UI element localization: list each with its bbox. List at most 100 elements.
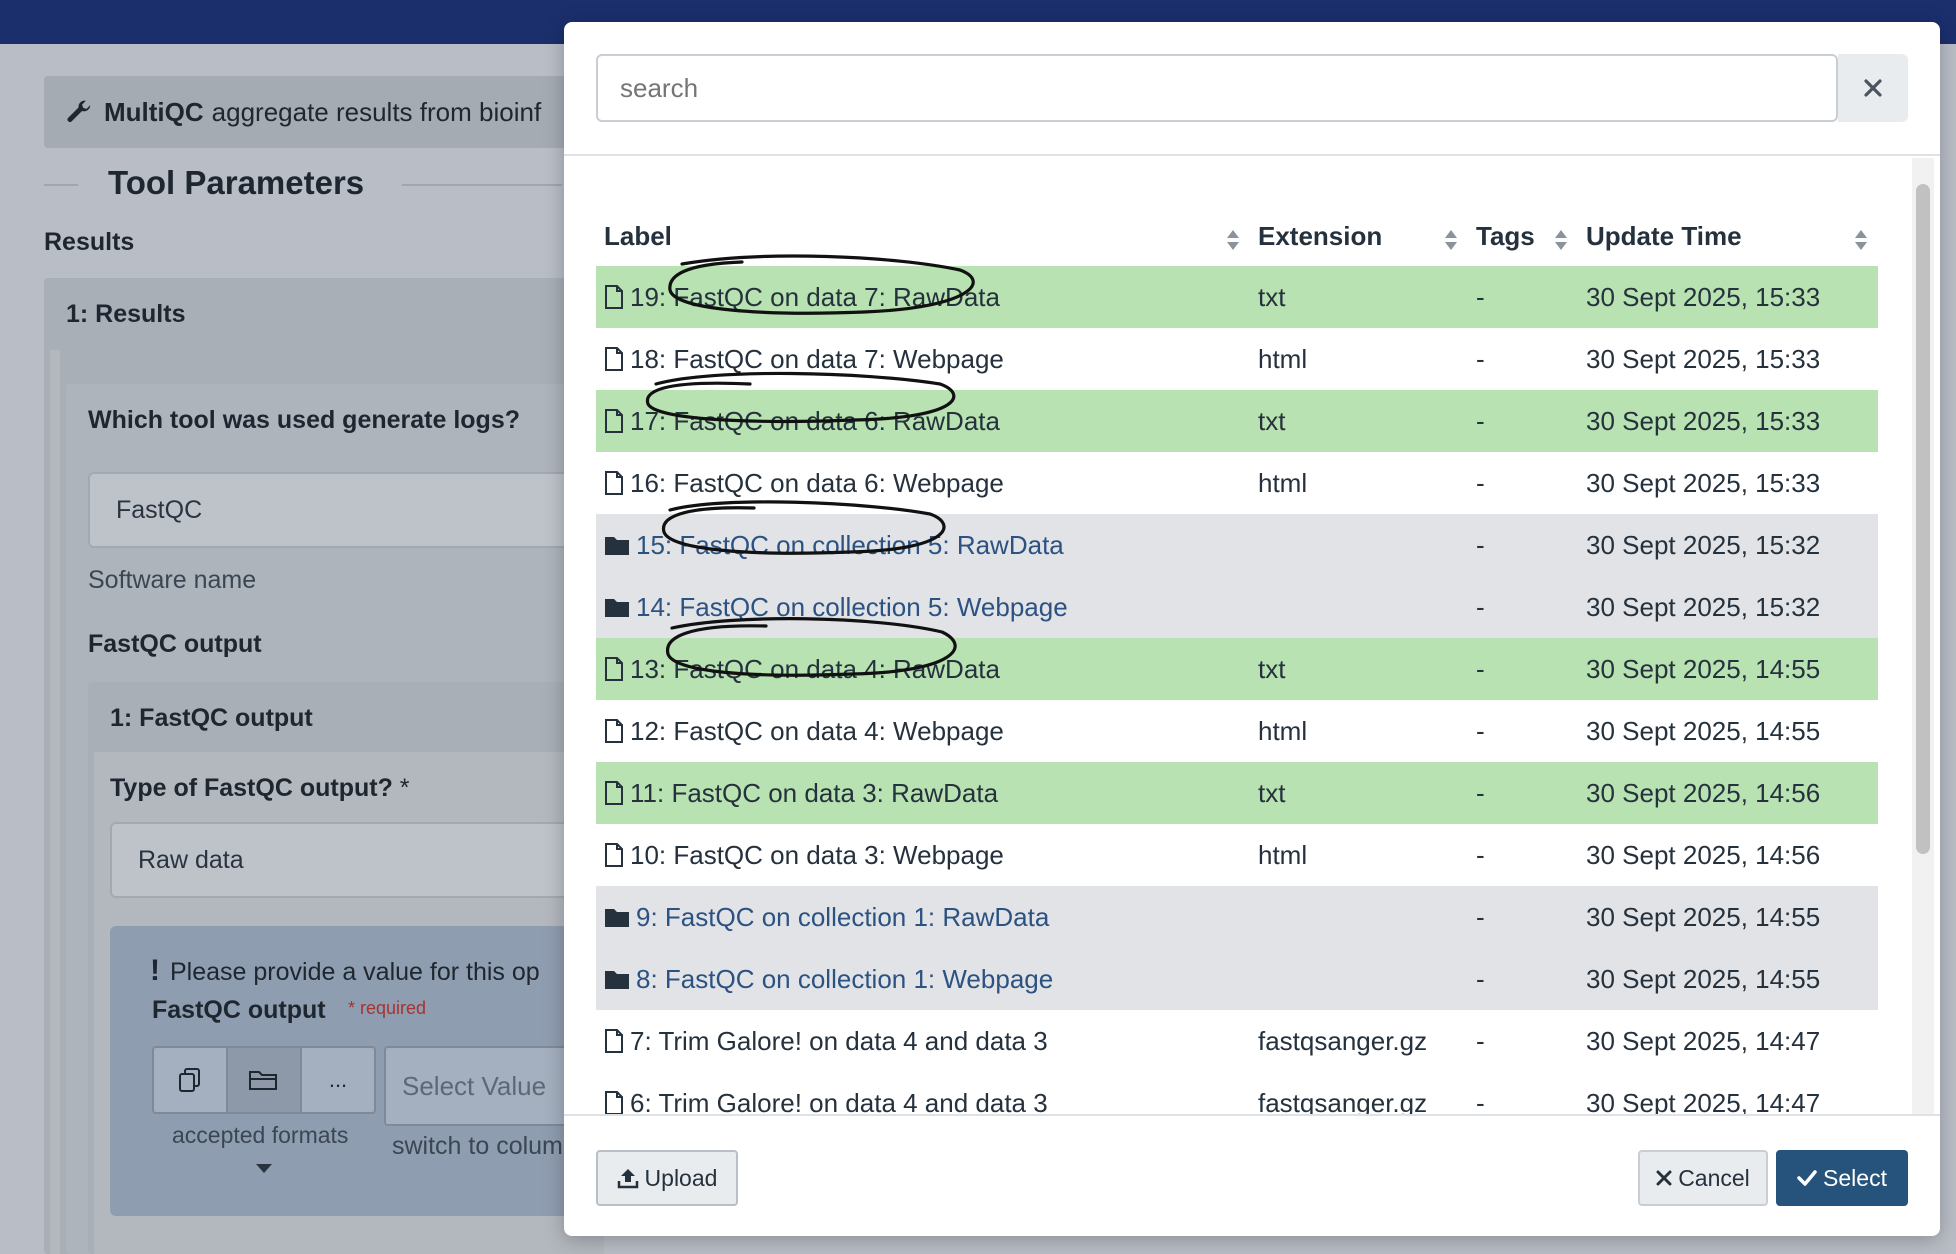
which-tool-label: Which tool was used generate logs? bbox=[88, 406, 521, 434]
extension-cell: html bbox=[1258, 715, 1308, 746]
collection-row[interactable]: 15: FastQC on collection 5: RawData - 30 S… bbox=[596, 514, 1878, 576]
select-button-label: Select bbox=[1823, 1164, 1887, 1191]
sort-icon bbox=[1855, 230, 1867, 250]
sort-icon bbox=[1445, 230, 1457, 250]
update-time-cell: 30 Sept 2025, 15:33 bbox=[1586, 467, 1821, 498]
modal-footer: Upload Cancel Select bbox=[564, 1114, 1940, 1236]
fastqc-output-label: FastQC output bbox=[88, 630, 262, 658]
upload-icon bbox=[617, 1169, 638, 1189]
tool-header: MultiQC aggregate results from bioinf bbox=[44, 76, 604, 148]
column-header-extension[interactable]: Extension bbox=[1250, 206, 1468, 266]
divider bbox=[402, 184, 562, 186]
single-dataset-button[interactable] bbox=[154, 1048, 228, 1112]
type-label: Type of FastQC output? * bbox=[110, 774, 410, 802]
label-cell: 9: FastQC on collection 1: RawData bbox=[596, 886, 1250, 948]
collection-button[interactable] bbox=[228, 1048, 302, 1112]
select-button[interactable]: Select bbox=[1776, 1150, 1908, 1206]
accepted-formats-link[interactable]: accepted formats bbox=[172, 1122, 348, 1149]
dataset-row[interactable]: 18: FastQC on data 7: Webpage html - 30 Sep… bbox=[596, 328, 1878, 390]
more-options-button[interactable]: ... bbox=[302, 1048, 374, 1112]
dataset-row[interactable]: 11: FastQC on data 3: RawData txt - 30 Sept… bbox=[596, 762, 1878, 824]
file-icon bbox=[605, 285, 623, 309]
tool-description: aggregate results from bioinf bbox=[211, 96, 542, 127]
tags-cell: - bbox=[1476, 467, 1485, 498]
column-header-label[interactable]: Label bbox=[596, 206, 1250, 266]
update-time-cell: 30 Sept 2025, 15:32 bbox=[1586, 591, 1821, 622]
dataset-row[interactable]: 13: FastQC on data 4: RawData txt - 30 Sept… bbox=[596, 638, 1878, 700]
close-icon bbox=[1656, 1170, 1672, 1186]
label-cell: 14: FastQC on collection 5: Webpage bbox=[596, 576, 1250, 638]
update-time-cell: 30 Sept 2025, 14:56 bbox=[1586, 839, 1821, 870]
dataset-row[interactable]: 12: FastQC on data 4: Webpage html - 30 Sep… bbox=[596, 700, 1878, 762]
dataset-label: 17: FastQC on data 6: RawData bbox=[630, 405, 1000, 436]
modal-body: Label Extension Tags Update Time 19: Fas… bbox=[564, 158, 1940, 1114]
tags-cell: - bbox=[1476, 839, 1485, 870]
upload-button[interactable]: Upload bbox=[596, 1150, 738, 1206]
dataset-label: 9: FastQC on collection 1: RawData bbox=[636, 901, 1050, 932]
dataset-label: 10: FastQC on data 3: Webpage bbox=[630, 839, 1004, 870]
tags-cell: - bbox=[1476, 281, 1485, 312]
cancel-button[interactable]: Cancel bbox=[1638, 1150, 1768, 1206]
dataset-row[interactable]: 16: FastQC on data 6: Webpage html - 30 Sep… bbox=[596, 452, 1878, 514]
tags-cell: - bbox=[1476, 715, 1485, 746]
dataset-row[interactable]: 17: FastQC on data 6: RawData txt - 30 Sept… bbox=[596, 390, 1878, 452]
collection-row[interactable]: 14: FastQC on collection 5: Webpage - 30 S… bbox=[596, 576, 1878, 638]
dataset-row[interactable]: 10: FastQC on data 3: Webpage html - 30 Sep… bbox=[596, 824, 1878, 886]
results-label: Results bbox=[44, 228, 135, 256]
scrollbar-thumb[interactable] bbox=[1916, 184, 1930, 854]
tags-cell: - bbox=[1476, 963, 1485, 994]
dataset-label: 14: FastQC on collection 5: Webpage bbox=[636, 591, 1068, 622]
update-time-cell: 30 Sept 2025, 15:33 bbox=[1586, 343, 1821, 374]
extension-cell: txt bbox=[1258, 405, 1286, 436]
folder-icon bbox=[605, 971, 629, 989]
column-header-tags[interactable]: Tags bbox=[1468, 206, 1578, 266]
search-clear-button[interactable] bbox=[1838, 54, 1908, 122]
caret-down-icon bbox=[256, 1164, 272, 1173]
required-star: * bbox=[399, 774, 410, 802]
tags-cell: - bbox=[1476, 1087, 1485, 1115]
dataset-row[interactable]: 7: Trim Galore! on data 4 and data 3 fast… bbox=[596, 1010, 1878, 1072]
tags-cell: - bbox=[1476, 343, 1485, 374]
folder-icon bbox=[605, 909, 629, 927]
type-select[interactable]: Raw data bbox=[110, 822, 610, 898]
section-title: Tool Parameters bbox=[108, 164, 365, 201]
file-icon bbox=[605, 1029, 623, 1053]
tags-cell: - bbox=[1476, 777, 1485, 808]
tags-cell: - bbox=[1476, 1025, 1485, 1056]
dataset-label: 12: FastQC on data 4: Webpage bbox=[630, 715, 1004, 746]
folder-open-icon bbox=[249, 1071, 277, 1090]
label-cell: 16: FastQC on data 6: Webpage bbox=[596, 452, 1250, 514]
update-time-cell: 30 Sept 2025, 14:47 bbox=[1586, 1087, 1821, 1115]
label-cell: 10: FastQC on data 3: Webpage bbox=[596, 824, 1250, 886]
sort-icon bbox=[1555, 230, 1567, 250]
extension-cell: html bbox=[1258, 839, 1308, 870]
update-time-cell: 30 Sept 2025, 14:55 bbox=[1586, 901, 1821, 932]
table-header-row: Label Extension Tags Update Time bbox=[596, 206, 1878, 266]
switch-columns-link[interactable]: switch to colum bbox=[392, 1132, 563, 1161]
label-cell: 19: FastQC on data 7: RawData bbox=[596, 266, 1250, 328]
collection-row[interactable]: 8: FastQC on collection 1: Webpage - 30 Se… bbox=[596, 948, 1878, 1010]
tags-cell: - bbox=[1476, 405, 1485, 436]
label-cell: 8: FastQC on collection 1: Webpage bbox=[596, 948, 1250, 1010]
label-cell: 12: FastQC on data 4: Webpage bbox=[596, 700, 1250, 762]
column-header-update-time[interactable]: Update Time bbox=[1578, 206, 1878, 266]
results-item-title[interactable]: 1: Results bbox=[66, 300, 185, 329]
dataset-label: 19: FastQC on data 7: RawData bbox=[630, 281, 1000, 312]
dataset-row[interactable]: 19: FastQC on data 7: RawData txt - 30 Sept… bbox=[596, 266, 1878, 328]
file-icon bbox=[605, 471, 623, 495]
label-cell: 18: FastQC on data 7: Webpage bbox=[596, 328, 1250, 390]
label-cell: 13: FastQC on data 4: RawData bbox=[596, 638, 1250, 700]
label-cell: 15: FastQC on collection 5: RawData bbox=[596, 514, 1250, 576]
extension-cell: txt bbox=[1258, 777, 1286, 808]
which-tool-select[interactable]: FastQC bbox=[88, 472, 608, 548]
file-icon bbox=[605, 719, 623, 743]
search-input[interactable] bbox=[596, 54, 1838, 122]
exclamation-icon: ! bbox=[150, 954, 160, 987]
file-icon bbox=[605, 347, 623, 371]
dataset-row[interactable]: 6: Trim Galore! on data 4 and data 3 fast… bbox=[596, 1072, 1878, 1114]
update-time-cell: 30 Sept 2025, 15:33 bbox=[1586, 405, 1821, 436]
collection-row[interactable]: 9: FastQC on collection 1: RawData - 30 Se… bbox=[596, 886, 1878, 948]
close-icon bbox=[1864, 79, 1882, 97]
sort-icon bbox=[1227, 230, 1239, 250]
fastqc-output-item-title[interactable]: 1: FastQC output bbox=[110, 704, 313, 733]
